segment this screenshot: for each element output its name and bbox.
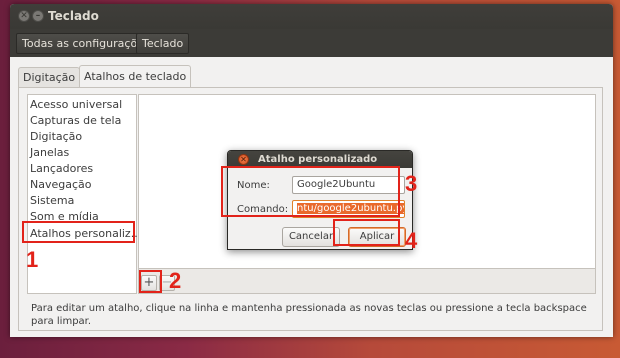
window-title: Teclado: [48, 9, 99, 23]
category-list: Acesso universal Capturas de tela Digita…: [27, 94, 141, 294]
close-window-icon[interactable]: ✕: [18, 10, 30, 22]
title-bar: ✕ – Teclado: [10, 4, 613, 29]
list-toolbar: [138, 269, 596, 294]
name-field[interactable]: Google2Ubuntu: [292, 176, 405, 194]
category-item[interactable]: Navegação: [30, 177, 92, 193]
apply-button[interactable]: Aplicar: [348, 227, 406, 247]
dialog-title: Atalho personalizado: [258, 154, 378, 165]
keyboard-settings-window: ✕ – Teclado Todas as configurações Tecla…: [10, 4, 613, 337]
minimize-window-icon[interactable]: –: [32, 10, 44, 22]
annotation-number-2: 2: [169, 268, 182, 293]
category-item[interactable]: Lançadores: [30, 161, 93, 177]
category-item-custom-shortcuts[interactable]: Atalhos personaliz...: [30, 226, 141, 242]
command-field[interactable]: ntu/google2ubuntu.py: [292, 200, 405, 218]
tab-keyboard-shortcuts[interactable]: Atalhos de teclado: [79, 65, 192, 87]
annotation-number-1: 1: [26, 247, 39, 272]
breadcrumb: Todas as configurações Teclado: [10, 29, 613, 57]
annotation-number-4: 4: [405, 228, 418, 253]
command-label: Comando:: [237, 204, 289, 215]
category-item[interactable]: Digitação: [30, 129, 82, 145]
tab-typing[interactable]: Digitação: [18, 67, 81, 87]
category-item[interactable]: Som e mídia: [30, 209, 99, 225]
dialog-title-bar: ✕ Atalho personalizado: [228, 151, 412, 168]
breadcrumb-keyboard[interactable]: Teclado: [136, 33, 190, 54]
category-item[interactable]: Sistema: [30, 193, 74, 209]
category-item[interactable]: Janelas: [30, 145, 69, 161]
breadcrumb-all-settings[interactable]: Todas as configurações: [16, 33, 156, 54]
custom-shortcut-dialog: ✕ Atalho personalizado Nome: Google2Ubun…: [227, 150, 413, 250]
command-field-selection: ntu/google2ubuntu.py: [297, 203, 404, 214]
help-text: Para editar um atalho, clique na linha e…: [31, 303, 587, 327]
add-shortcut-button[interactable]: +: [141, 275, 157, 291]
category-item[interactable]: Acesso universal: [30, 97, 122, 113]
cancel-button[interactable]: Cancelar: [282, 227, 340, 247]
close-icon[interactable]: ✕: [238, 154, 249, 165]
name-label: Nome:: [237, 180, 270, 191]
annotation-number-3: 3: [405, 171, 418, 196]
category-item[interactable]: Capturas de tela: [30, 113, 121, 129]
